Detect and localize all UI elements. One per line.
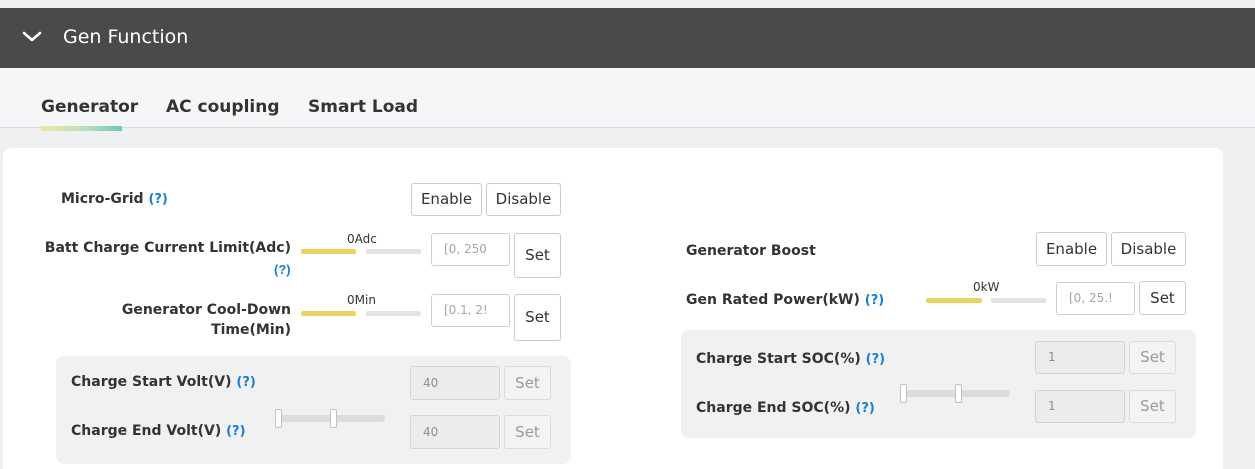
cool-down-value: 0Min [347, 293, 376, 307]
charge-end-soc-set-button[interactable]: Set [1129, 390, 1176, 423]
charge-end-volt-help-icon[interactable]: (?) [226, 424, 245, 439]
cool-down-level-track [366, 311, 421, 316]
charge-start-volt-label-text: Charge Start Volt(V) [71, 374, 232, 390]
gen-rated-power-input[interactable]: [0, 25.! [1056, 282, 1135, 315]
charge-end-soc-help-icon[interactable]: (?) [855, 401, 874, 416]
batt-charge-help-icon[interactable]: (?) [274, 262, 291, 277]
charge-end-volt-label-text: Charge End Volt(V) [71, 423, 222, 439]
volt-slider-thumb-end[interactable] [330, 409, 337, 428]
active-tab-indicator [41, 126, 122, 131]
tab-ac-coupling[interactable]: AC coupling [166, 97, 280, 117]
gen-rated-power-set-button[interactable]: Set [1139, 281, 1186, 315]
micro-grid-label-text: Micro-Grid [61, 191, 144, 207]
chevron-down-icon[interactable] [20, 25, 44, 49]
charge-start-soc-input[interactable]: 1 [1035, 341, 1125, 374]
gen-rated-power-value: 0kW [973, 280, 1000, 294]
tab-generator[interactable]: Generator [41, 97, 138, 117]
charge-start-volt-input[interactable]: 40 [410, 366, 500, 400]
gen-rated-power-level-track [991, 298, 1046, 303]
batt-charge-label: Batt Charge Current Limit(Adc) [44, 240, 291, 256]
tab-smart-load[interactable]: Smart Load [308, 97, 418, 117]
section-header[interactable]: Gen Function [0, 8, 1255, 68]
micro-grid-enable-button[interactable]: Enable [411, 183, 482, 216]
gen-rated-power-label: Gen Rated Power(kW) (?) [686, 292, 884, 308]
batt-charge-level-track [366, 249, 421, 254]
batt-charge-set-button[interactable]: Set [514, 233, 561, 278]
charge-start-soc-label: Charge Start SOC(%) (?) [696, 351, 885, 367]
gen-rated-power-help-icon[interactable]: (?) [865, 293, 884, 308]
cool-down-input[interactable]: [0.1, 2! [431, 294, 510, 327]
soc-slider-thumb-end[interactable] [955, 384, 962, 403]
gen-rated-power-label-text: Gen Rated Power(kW) [686, 292, 860, 308]
cool-down-set-button[interactable]: Set [514, 294, 561, 341]
batt-charge-input[interactable]: [0, 250 [431, 233, 510, 266]
charge-end-soc-input[interactable]: 1 [1035, 390, 1125, 423]
tab-bar: Generator AC coupling Smart Load [0, 68, 1255, 131]
charge-end-soc-label-text: Charge End SOC(%) [696, 400, 851, 416]
generator-boost-enable-button[interactable]: Enable [1036, 232, 1107, 266]
charge-start-volt-label: Charge Start Volt(V) (?) [71, 374, 256, 390]
cool-down-level-fill [301, 311, 356, 316]
micro-grid-label: Micro-Grid (?) [61, 191, 168, 207]
batt-charge-value: 0Adc [347, 232, 377, 246]
gen-rated-power-level-fill [926, 298, 982, 303]
charge-end-soc-label: Charge End SOC(%) (?) [696, 400, 875, 416]
charge-start-volt-help-icon[interactable]: (?) [236, 375, 255, 390]
generator-boost-label: Generator Boost [686, 243, 816, 259]
charge-end-volt-input[interactable]: 40 [410, 415, 500, 449]
micro-grid-help-icon[interactable]: (?) [148, 192, 167, 207]
charge-start-soc-set-button[interactable]: Set [1129, 341, 1176, 374]
micro-grid-disable-button[interactable]: Disable [486, 183, 561, 216]
cool-down-label-line2: Time(Min) [211, 322, 291, 338]
charge-start-volt-set-button[interactable]: Set [504, 366, 551, 400]
volt-slider-thumb-start[interactable] [275, 409, 282, 428]
charge-end-volt-set-button[interactable]: Set [504, 415, 551, 449]
generator-boost-disable-button[interactable]: Disable [1111, 232, 1186, 266]
charge-end-volt-label: Charge End Volt(V) (?) [71, 423, 246, 439]
charge-start-soc-label-text: Charge Start SOC(%) [696, 351, 861, 367]
soc-slider-thumb-start[interactable] [900, 384, 907, 403]
charge-start-soc-help-icon[interactable]: (?) [866, 352, 885, 367]
cool-down-label-line1: Generator Cool-Down [121, 302, 291, 318]
batt-charge-level-fill [301, 249, 356, 254]
section-title: Gen Function [63, 26, 189, 48]
